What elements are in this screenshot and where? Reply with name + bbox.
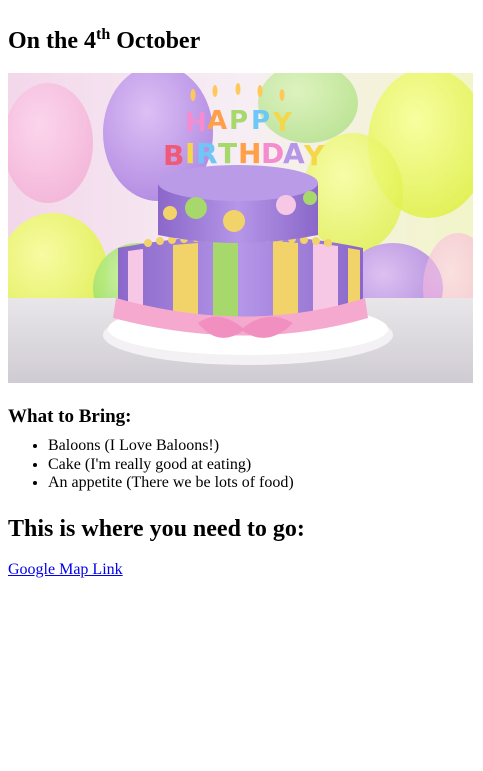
svg-text:T: T <box>218 137 237 170</box>
page: On the 4th October H A P P Y B I R T H D… <box>0 0 483 579</box>
svg-text:P: P <box>229 106 248 136</box>
svg-text:Y: Y <box>272 108 293 138</box>
list-item: Baloons (I Love Baloons!) <box>48 437 475 456</box>
svg-text:D: D <box>261 137 284 170</box>
google-map-link[interactable]: Google Map Link <box>8 561 123 579</box>
title-superscript: th <box>96 26 111 43</box>
svg-text:H: H <box>238 137 261 170</box>
birthday-cake-image: H A P P Y B I R T H D A Y <box>8 73 473 383</box>
what-to-bring-heading: What to Bring: <box>8 406 132 427</box>
page-title: On the 4th October <box>8 0 475 55</box>
list-item: An appetite (There we be lots of food) <box>48 474 475 493</box>
svg-text:I: I <box>185 137 195 170</box>
svg-text:P: P <box>251 106 270 136</box>
title-prefix: On the 4 <box>8 28 97 54</box>
bring-list: Baloons (I Love Baloons!) Cake (I'm real… <box>8 437 475 493</box>
title-suffix: October <box>110 28 201 54</box>
svg-text:A: A <box>283 137 305 170</box>
svg-text:Y: Y <box>303 139 325 172</box>
svg-text:H: H <box>185 108 207 138</box>
svg-text:R: R <box>196 137 218 170</box>
svg-text:A: A <box>207 106 227 136</box>
directions-heading: This is where you need to go: <box>8 515 305 542</box>
svg-text:B: B <box>163 139 184 172</box>
list-item: Cake (I'm really good at eating) <box>48 456 475 475</box>
